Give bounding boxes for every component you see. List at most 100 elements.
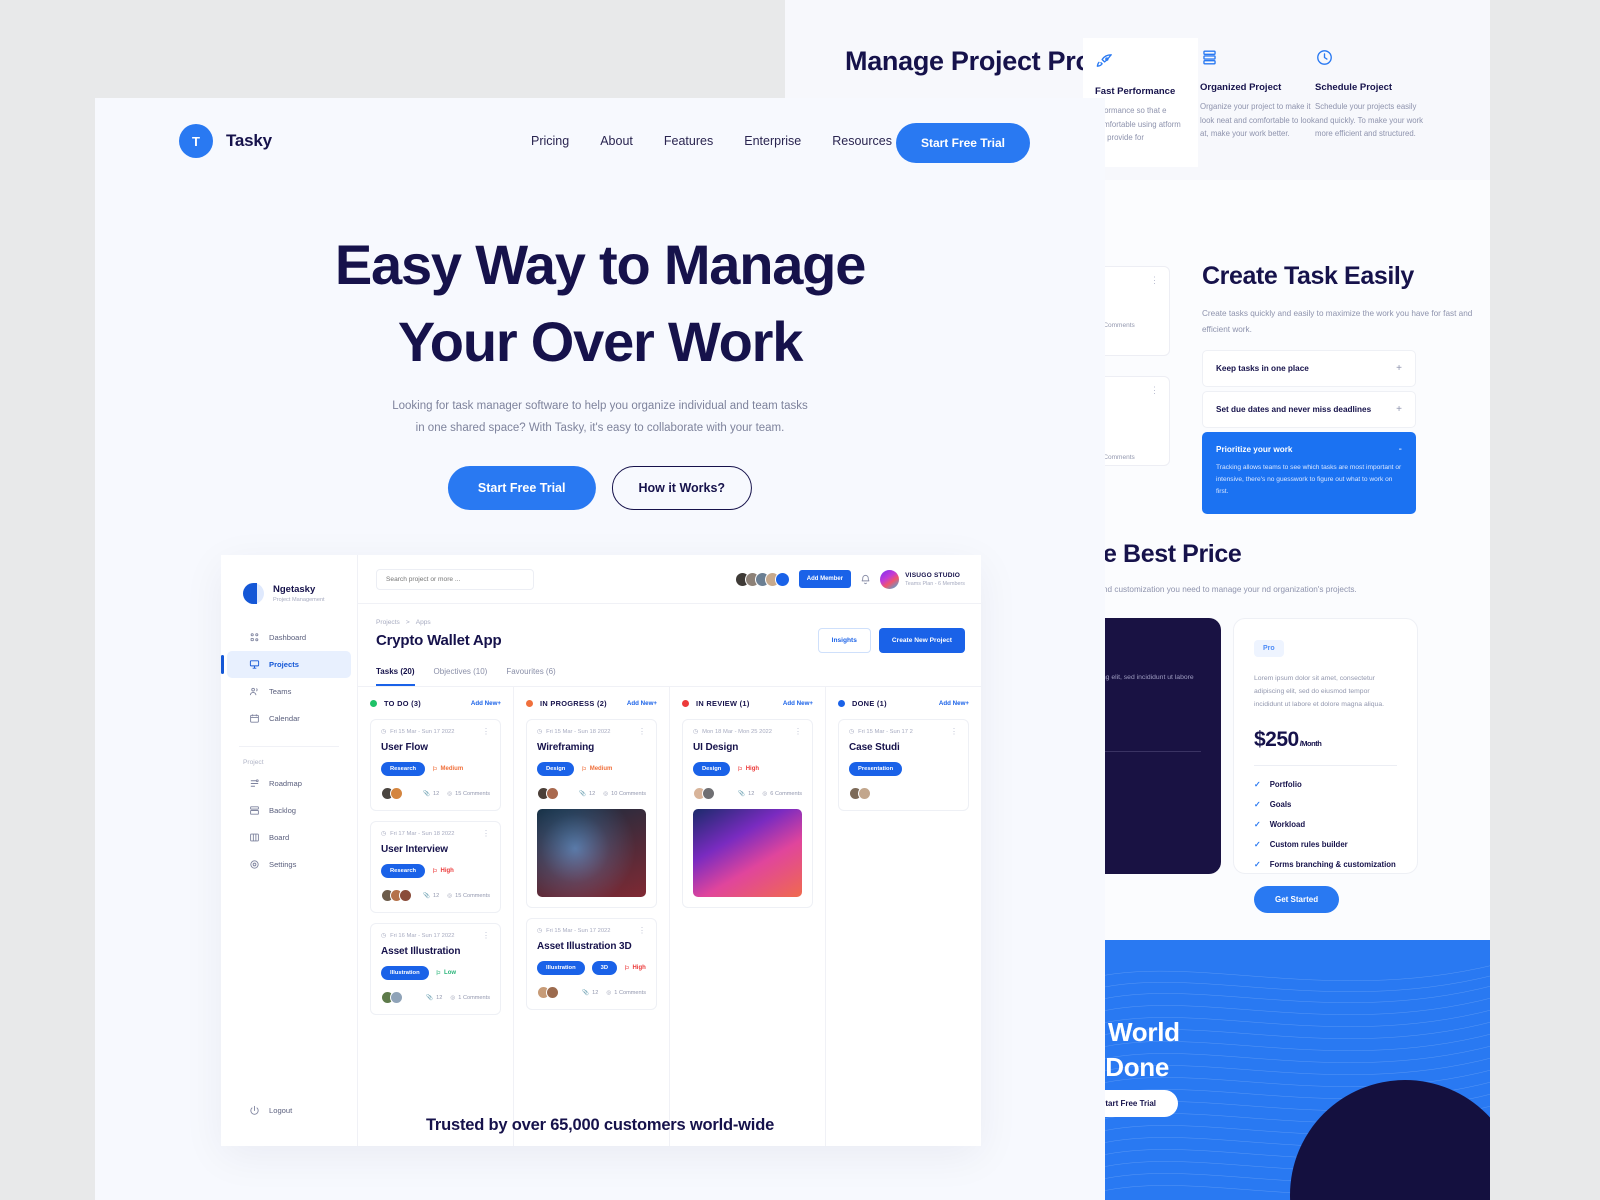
sidebar-main-nav: Dashboard Projects Teams Calendar <box>221 624 357 732</box>
nav-start-free-trial-button[interactable]: Start Free Trial <box>895 123 1030 163</box>
kanban-column-done: DONE (1) Add New+ ◷ Fri 15 Mar - Sun 17 2… <box>826 687 981 1146</box>
plan-feature: ✓free guest <box>1103 826 1201 835</box>
task-meta: 📎 12 ◎ 10 Comments <box>579 791 646 797</box>
more-icon[interactable]: ⋮ <box>482 727 490 735</box>
attachment-count: 📎 12 <box>582 989 599 996</box>
comment-icon: ◎ <box>447 892 453 899</box>
task-title: User Flow <box>381 742 428 753</box>
breadcrumb-leaf[interactable]: Apps <box>416 619 431 626</box>
task-avatars <box>693 787 715 800</box>
sidebar-item-projects[interactable]: Projects <box>221 651 351 678</box>
task-date: ◷ Mon 18 Mar - Mon 25 2022 <box>693 729 772 735</box>
roadmap-icon <box>250 779 259 787</box>
header-actions: Insights Create New Project <box>817 628 965 653</box>
nav-link-enterprise[interactable]: Enterprise <box>744 134 801 148</box>
cta-heading: the World it's Done <box>1103 1015 1180 1085</box>
hero-landing-panel: T Tasky Pricing About Features Enterpris… <box>95 98 1105 1200</box>
task-card[interactable]: ◷ Fri 15 Mar - Sun 17 2022 ⋮ User Flow Res… <box>370 719 501 811</box>
task-card[interactable]: ◷ Fri 15 Mar - Sun 17 2 ⋮ Case Studi Prese… <box>838 719 969 811</box>
right-sections-panel: ⋮ Medium 2 ◎ 15 Comments ⋮ n w 12 ◎ 1 Co… <box>1103 180 1490 1200</box>
task-title: UI Design <box>693 742 739 753</box>
task-card[interactable]: ◷ Fri 15 Mar - Sun 17 2022 ⋮ Asset Illustr… <box>526 918 657 1010</box>
tab-tasks[interactable]: Tasks (20) <box>376 667 415 686</box>
attachment-count: 📎 12 <box>738 790 755 797</box>
sidebar-item-label: Settings <box>269 860 297 869</box>
logo[interactable]: T Tasky <box>179 124 272 158</box>
create-new-project-button[interactable]: Create New Project <box>878 628 965 653</box>
task-card[interactable]: ◷ Fri 16 Mar - Sun 17 2022 ⋮ Asset Illustr… <box>370 923 501 1015</box>
task-card[interactable]: ◷ Mon 18 Mar - Mon 25 2022 ⋮ UI Design Des… <box>682 719 813 908</box>
hero-how-it-works-button[interactable]: How it Works? <box>611 466 753 510</box>
insights-button[interactable]: Insights <box>817 628 871 653</box>
plan-feature: ✓search <box>1103 806 1201 815</box>
paperclip-icon: 📎 <box>582 989 590 996</box>
nav-links: Pricing About Features Enterprise Resour… <box>531 134 892 148</box>
task-card[interactable]: ◷ Fri 15 Mar - Sun 18 2022 ⋮ Wireframing D… <box>526 719 657 908</box>
get-started-button[interactable]: Get Started <box>1254 885 1340 913</box>
accordion-item-keep-tasks[interactable]: Keep tasks in one place + <box>1202 350 1416 387</box>
task-tag: 3D <box>591 961 618 975</box>
sidebar-item-calendar[interactable]: Calendar <box>227 705 351 732</box>
comment-count: ◎ 6 Comments <box>762 790 802 797</box>
more-icon[interactable]: ⋮ <box>950 727 958 735</box>
divider <box>1254 764 1397 766</box>
avatar <box>399 889 412 902</box>
nav-link-resources[interactable]: Resources <box>832 134 892 148</box>
hero-start-free-trial-button[interactable]: Start Free Trial <box>447 466 596 510</box>
divider <box>1103 750 1201 752</box>
task-tag: Illustration <box>537 961 585 975</box>
nav-link-features[interactable]: Features <box>664 134 713 148</box>
sidebar-item-roadmap[interactable]: Roadmap <box>227 770 351 797</box>
layers-icon <box>1200 48 1315 70</box>
accordion-item-due-dates[interactable]: Set due dates and never miss deadlines + <box>1202 391 1416 428</box>
ghost-priority: Medium <box>1103 298 1160 305</box>
nav-link-pricing[interactable]: Pricing <box>531 134 569 148</box>
bottom-cta-section: the World it's Done Start Free Trial <box>1103 940 1490 1200</box>
sidebar-item-teams[interactable]: Teams <box>227 678 351 705</box>
app-logo-icon <box>243 583 264 604</box>
topbar-right: Add Member VISUGO STUDIO Teams Plan - 6 … <box>734 569 965 589</box>
board-icon <box>250 833 259 842</box>
status-dot-icon <box>526 700 533 707</box>
sidebar-item-backlog[interactable]: Backlog <box>227 797 351 824</box>
bell-icon[interactable] <box>860 574 871 585</box>
power-icon <box>250 1105 259 1115</box>
accordion-item-prioritize[interactable]: Prioritize your work - Tracking allows t… <box>1202 432 1416 514</box>
task-thumbnail-image <box>693 809 802 897</box>
breadcrumb-root[interactable]: Projects <box>376 619 400 626</box>
more-icon: ⋮ <box>1150 385 1160 395</box>
add-new-task-button[interactable]: Add New+ <box>627 700 657 707</box>
plan-feature: ✓builder <box>1103 766 1201 775</box>
task-avatars <box>537 787 559 800</box>
attachment-count: 📎 12 <box>423 892 440 899</box>
cta-start-free-trial-button[interactable]: Start Free Trial <box>1103 1090 1179 1117</box>
task-title: Asset Illustration 3D <box>537 941 632 952</box>
more-icon[interactable]: ⋮ <box>482 931 490 939</box>
flag-icon: ⚐ <box>581 766 587 773</box>
plan-feature: ✓ Workload <box>1254 820 1397 829</box>
avatar-more[interactable] <box>774 571 790 587</box>
add-new-task-button[interactable]: Add New+ <box>939 700 969 707</box>
more-icon[interactable]: ⋮ <box>482 829 490 837</box>
add-new-task-button[interactable]: Add New+ <box>471 700 501 707</box>
sidebar-item-dashboard[interactable]: Dashboard <box>227 624 351 651</box>
avatar <box>702 787 715 800</box>
comment-icon: ◎ <box>606 989 612 996</box>
tab-objectives[interactable]: Objectives (10) <box>434 667 488 686</box>
more-icon[interactable]: ⋮ <box>638 727 646 735</box>
task-card[interactable]: ◷ Fri 17 Mar - Sun 18 2022 ⋮ User Intervie… <box>370 821 501 913</box>
search-input[interactable] <box>376 568 534 590</box>
add-member-button[interactable]: Add Member <box>798 570 852 588</box>
plan-price-period: /Month <box>1299 738 1322 748</box>
plan-feature: ✓dashboard <box>1103 786 1201 795</box>
sidebar-item-settings[interactable]: Settings <box>227 851 351 878</box>
cta-line-2: it's Done <box>1103 1052 1170 1083</box>
tab-favourites[interactable]: Favourites (6) <box>506 667 555 686</box>
more-icon[interactable]: ⋮ <box>638 926 646 934</box>
nav-link-about[interactable]: About <box>600 134 633 148</box>
plan-price: $250/Month <box>1254 728 1397 752</box>
more-icon[interactable]: ⋮ <box>794 727 802 735</box>
sidebar-item-board[interactable]: Board <box>227 824 351 851</box>
check-icon: ✓ <box>1254 839 1261 849</box>
add-new-task-button[interactable]: Add New+ <box>783 700 813 707</box>
